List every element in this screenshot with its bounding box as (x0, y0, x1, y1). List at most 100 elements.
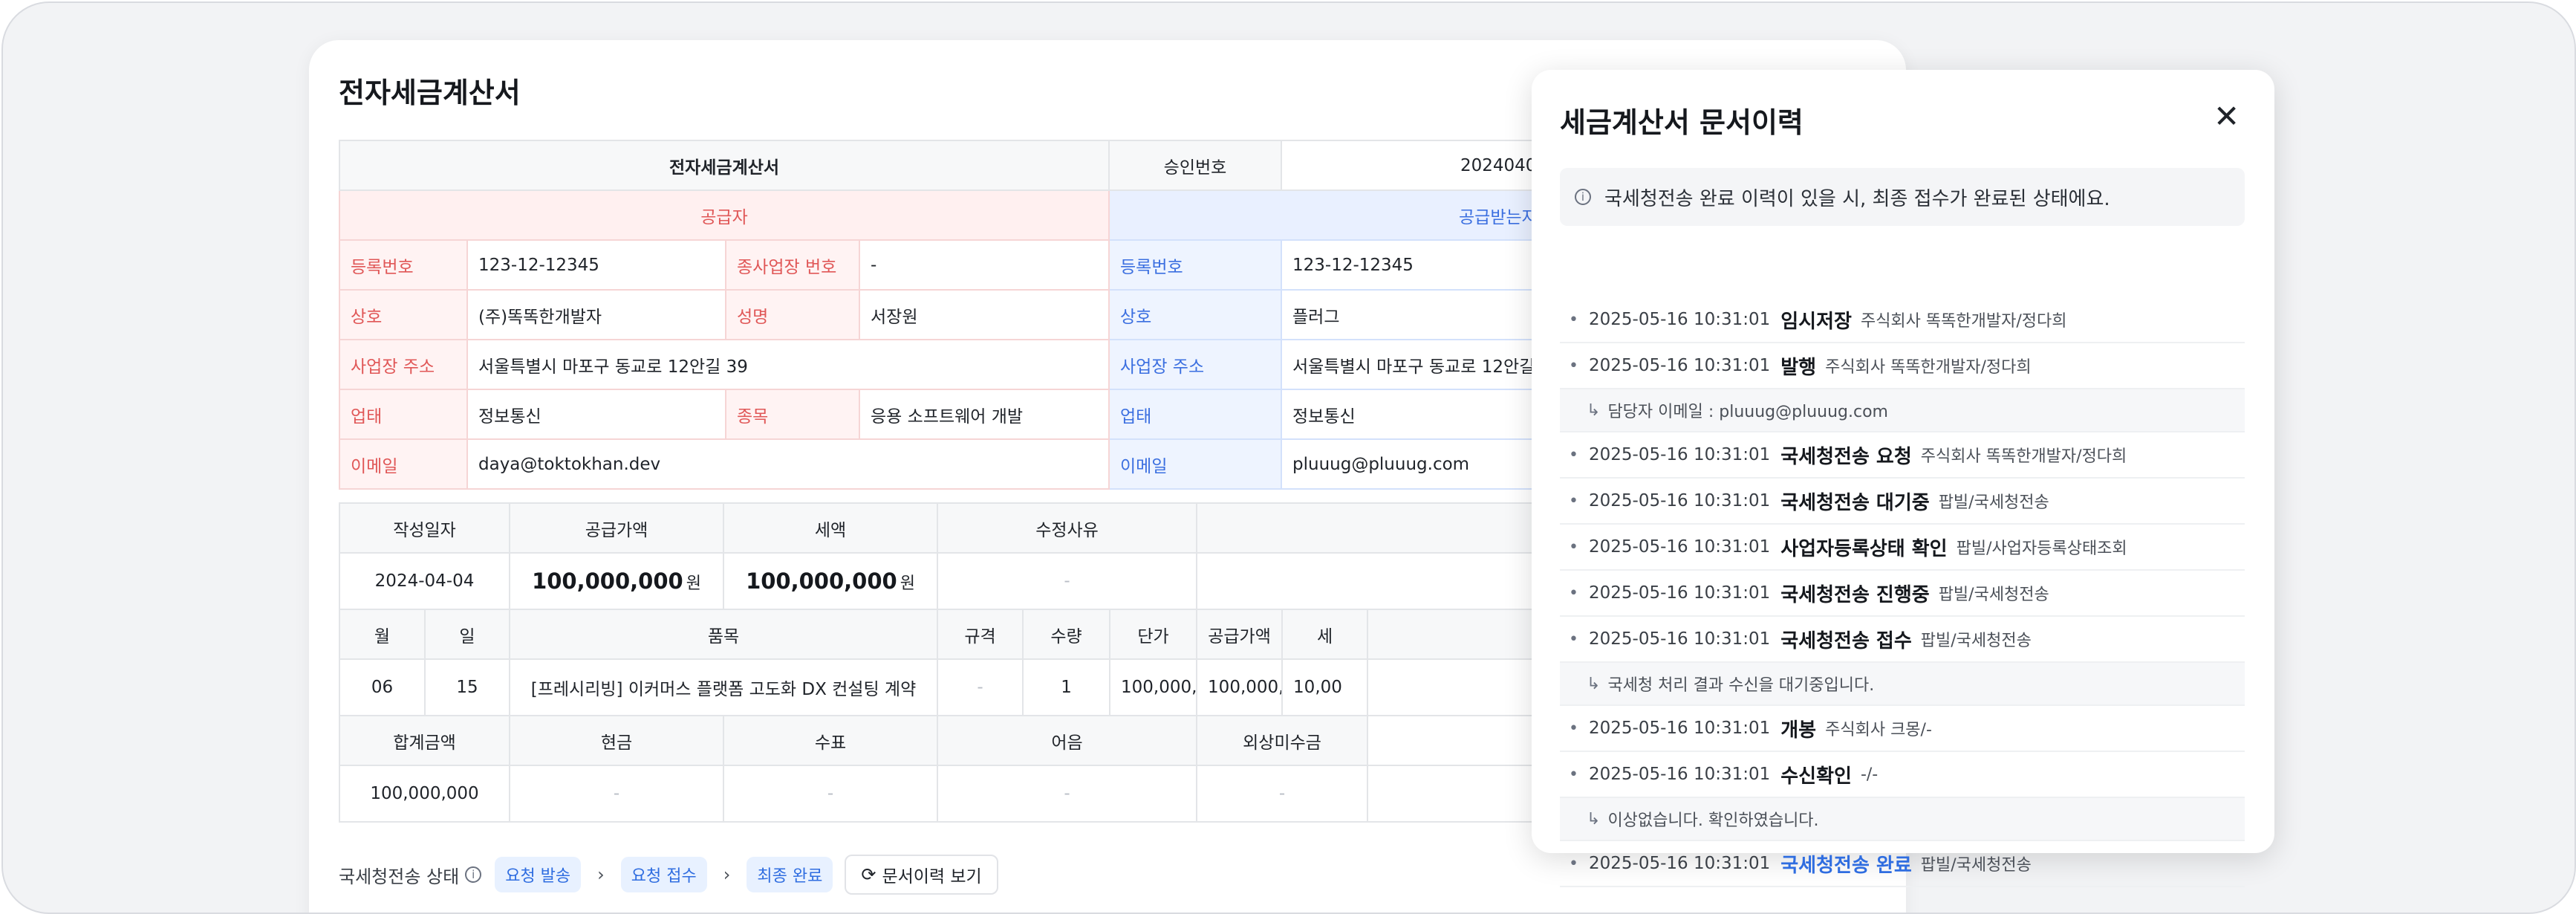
total-amount: 100,000,000 (338, 765, 511, 823)
supplier-branch: - (859, 239, 1110, 291)
buyer-name-label: 상호 (1108, 289, 1282, 340)
issue-date: 2024-04-04 (338, 552, 511, 610)
history-list: • 2025-05-16 10:31:01 임시저장 주식회사 똑똑한개발자/정다희 •… (1560, 297, 2245, 887)
reply-arrow-icon: ↳ (1587, 674, 1601, 693)
supplier-branch-label: 종사업장 번호 (725, 239, 860, 291)
supplier-rep: 서장원 (859, 289, 1110, 340)
qty-label: 수량 (1022, 609, 1111, 660)
bullet-icon: • (1569, 629, 1578, 649)
check-label: 수표 (723, 715, 939, 766)
document-history-panel: 세금계산서 문서이력 ✕ i 국세청전송 완료 이력이 있을 시, 최종 접수가… (1532, 70, 2274, 887)
history-event: 국세청전송 요청 (1780, 445, 1912, 468)
history-event: 수신확인 (1780, 765, 1852, 788)
supplier-reg-label: 등록번호 (339, 239, 468, 291)
spec-label: 규격 (937, 609, 1024, 660)
cash-label: 현금 (509, 715, 725, 766)
panel-title: 세금계산서 문서이력 (1560, 106, 1803, 139)
nts-status-bar: 국세청전송 상태 i 요청 발송 › 요청 접수 › 최종 완료 ⟳ 문서이력 … (339, 855, 998, 895)
chevron-right-icon: › (597, 864, 605, 885)
supplier-item: 응용 소프트웨어 개발 (859, 389, 1110, 440)
buyer-biz-label: 업태 (1108, 389, 1282, 440)
supplier-addr-label: 사업장 주소 (339, 339, 468, 390)
history-event: 국세청전송 대기중 (1780, 491, 1930, 514)
history-event: 국세청전송 완료 (1780, 854, 1912, 877)
list-item: • 2025-05-16 10:31:01 국세청전송 요청 주식회사 똑똑한개발자/… (1560, 432, 2245, 479)
history-time: 2025-05-16 10:31:01 (1588, 445, 1771, 464)
view-history-label: 문서이력 보기 (882, 867, 982, 887)
bullet-icon: • (1569, 356, 1578, 375)
history-sub-item: ↳ 국세청 처리 결과 수신을 대기중입니다. (1560, 663, 2245, 706)
won-unit: 원 (900, 574, 915, 593)
reply-arrow-icon: ↳ (1587, 401, 1601, 420)
history-actor: 팝빌/사업자등록상태조회 (1956, 539, 2127, 558)
supplier-reg: 123-12-12345 (466, 239, 726, 291)
history-actor: -/- (1860, 765, 1879, 784)
history-time: 2025-05-16 10:31:01 (1588, 583, 1771, 603)
buyer-name: 플러그 (1281, 289, 1543, 340)
list-item: • 2025-05-16 10:31:01 사업자등록상태 확인 팝빌/사업자등록상태… (1560, 525, 2245, 571)
page-title: 전자세금계산서 (339, 77, 521, 109)
history-time: 2025-05-16 10:31:01 (1588, 537, 1771, 557)
app-frame: 전자세금계산서 전자세금계산서 승인번호 20240404 공급자 공급받는자 … (1, 1, 2576, 914)
credit-amount: - (1196, 765, 1369, 823)
history-sub-item: ↳ 담당자 이메일 : pluuug@pluuug.com (1560, 389, 2245, 432)
tax-amount: 100,000,000 (746, 568, 897, 594)
status-step-received: 요청 접수 (620, 857, 707, 892)
list-item: • 2025-05-16 10:31:01 국세청전송 대기중 팝빌/국세청전송 (1560, 479, 2245, 525)
history-event: 임시저장 (1780, 310, 1852, 333)
list-item: • 2025-05-16 10:31:01 국세청전송 진행중 팝빌/국세청전송 (1560, 571, 2245, 617)
reason-label: 수정사유 (937, 502, 1198, 554)
item-month: 06 (339, 658, 426, 716)
history-sub-text: 이상없습니다. 확인하였습니다. (1607, 811, 1819, 830)
history-sub-text: 국세청 처리 결과 수신을 대기중입니다. (1607, 676, 1875, 695)
list-item: • 2025-05-16 10:31:01 개봉 주식회사 크몽/- (1560, 706, 2245, 752)
history-event: 국세청전송 진행중 (1780, 583, 1930, 606)
reply-arrow-icon: ↳ (1587, 809, 1601, 829)
bullet-icon: • (1569, 583, 1578, 603)
close-icon[interactable]: ✕ (2214, 101, 2240, 132)
supplier-email-label: 이메일 (339, 438, 468, 490)
refresh-icon: ⟳ (861, 864, 876, 885)
item-supply: 100,000,000 (1196, 658, 1284, 716)
buyer-email-label: 이메일 (1108, 438, 1282, 490)
info-icon: i (1575, 189, 1591, 205)
history-actor: 주식회사 똑똑한개발자/정다희 (1825, 358, 2032, 377)
buyer-biz: 정보통신 (1281, 389, 1543, 440)
list-item: • 2025-05-16 10:31:01 임시저장 주식회사 똑똑한개발자/정다희 (1560, 297, 2245, 343)
item-spec: - (937, 658, 1024, 716)
buyer-reg-label: 등록번호 (1108, 239, 1282, 291)
list-item: • 2025-05-16 10:31:01 수신확인 -/- (1560, 752, 2245, 798)
unit-price-label: 단가 (1109, 609, 1198, 660)
item-qty: 1 (1022, 658, 1111, 716)
buyer-reg: 123-12-12345 (1281, 239, 1543, 291)
item-name-label: 품목 (509, 609, 939, 660)
list-item: • 2025-05-16 10:31:01 국세청전송 완료 팝빌/국세청전송 (1560, 841, 2245, 887)
bullet-icon: • (1569, 537, 1578, 557)
info-icon[interactable]: i (465, 866, 482, 883)
supplier-name-label: 상호 (339, 289, 468, 340)
view-history-button[interactable]: ⟳ 문서이력 보기 (845, 855, 998, 895)
chevron-right-icon: › (723, 864, 731, 885)
item-name: [프레시리빙] 이커머스 플랫폼 고도화 DX 컨설팅 계약 (509, 658, 939, 716)
bullet-icon: • (1569, 765, 1578, 784)
history-time: 2025-05-16 10:31:01 (1588, 854, 1771, 873)
history-time: 2025-05-16 10:31:01 (1588, 356, 1771, 375)
item-tax-label: 세 (1281, 609, 1369, 660)
item-day: 15 (423, 658, 511, 716)
supply-label: 공급가액 (509, 502, 725, 554)
history-time: 2025-05-16 10:31:01 (1588, 629, 1771, 649)
bullet-icon: • (1569, 854, 1578, 873)
history-event: 개봉 (1780, 719, 1817, 742)
history-actor: 팝빌/국세청전송 (1938, 493, 2049, 512)
supplier-addr: 서울특별시 마포구 동교로 12안길 39 (466, 339, 1110, 390)
credit-label: 외상미수금 (1196, 715, 1369, 766)
bullet-icon: • (1569, 719, 1578, 738)
history-actor: 주식회사 똑똑한개발자/정다희 (1860, 312, 2067, 331)
list-item: • 2025-05-16 10:31:01 국세청전송 접수 팝빌/국세청전송 (1560, 617, 2245, 663)
supplier-email: daya@toktokhan.dev (466, 438, 1110, 490)
history-sub-item: ↳ 이상없습니다. 확인하였습니다. (1560, 798, 2245, 841)
history-actor: 주식회사 똑똑한개발자/정다희 (1920, 447, 2127, 466)
supplier-rep-label: 성명 (725, 289, 860, 340)
bullet-icon: • (1569, 491, 1578, 511)
bullet-icon: • (1569, 310, 1578, 329)
